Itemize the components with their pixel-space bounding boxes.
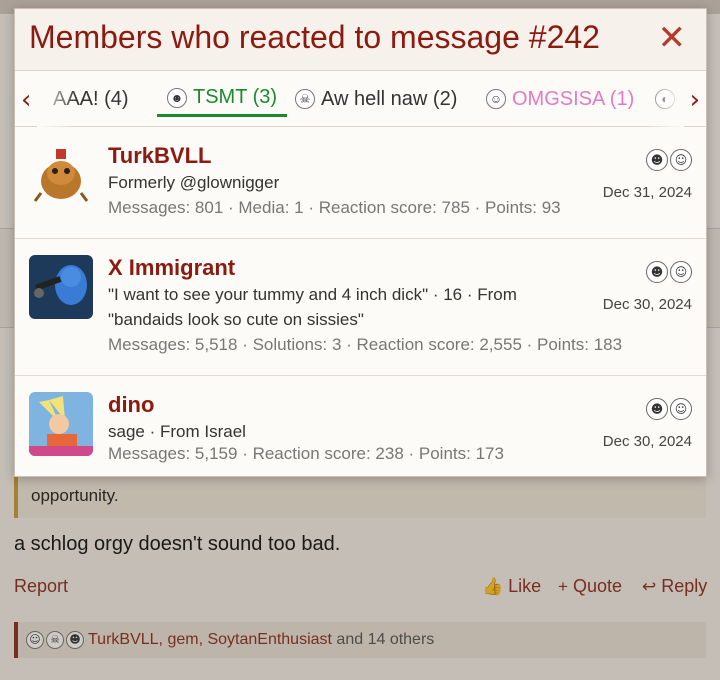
partial-reaction-icon: ◐	[655, 89, 675, 109]
reactions-modal: Members who reacted to message #242 ✕ ‹ …	[14, 8, 707, 477]
member-stats: Messages: 5,518 · Solutions: 3 · Reactio…	[108, 335, 623, 354]
x-immigrant-avatar-image	[29, 255, 93, 319]
glasses-face-icon: ☺	[670, 398, 692, 420]
close-icon[interactable]: ✕	[658, 19, 687, 57]
avatar[interactable]	[29, 255, 93, 319]
member-title: "I want to see your tummy and 4 inch dic…	[108, 285, 517, 329]
tsmt-face-icon: ☻	[646, 261, 668, 283]
avatar[interactable]	[29, 143, 93, 207]
modal-title: Members who reacted to message #242	[29, 19, 600, 55]
reaction-date: Dec 30, 2024	[602, 433, 692, 450]
reaction-icons: ☻ ☺	[646, 149, 692, 171]
member-title: Formerly @glownigger	[108, 173, 280, 192]
omg-face-icon: ☺	[486, 89, 506, 109]
member-row: dino sage · From Israel Messages: 5,159 …	[15, 376, 706, 476]
reaction-icons: ☻ ☺	[646, 261, 692, 283]
tsmt-face-icon: ☻	[646, 149, 668, 171]
member-title: sage · From Israel	[108, 422, 246, 441]
tab-next-partial[interactable]: ◐	[655, 81, 675, 117]
tsmt-face-icon: ☻	[646, 398, 668, 420]
tab-tsmt[interactable]: ☻ TSMT (3)	[157, 81, 288, 117]
member-stats: Messages: 801 · Media: 1 · Reaction scor…	[108, 198, 561, 217]
glasses-face-icon: ☺	[670, 149, 692, 171]
member-row: X Immigrant "I want to see your tummy an…	[15, 239, 706, 376]
tab-label: Aw hell naw (2)	[321, 87, 458, 110]
member-stats: Messages: 5,159 · Reaction score: 238 · …	[108, 444, 504, 463]
tab-label: AAA! (4)	[53, 87, 129, 110]
reaction-date: Dec 30, 2024	[602, 296, 692, 313]
chevron-left-icon[interactable]: ‹	[21, 85, 31, 115]
chevron-right-icon[interactable]: ›	[690, 85, 700, 115]
turkbvll-avatar-image	[29, 143, 93, 207]
glasses-face-icon: ☺	[670, 261, 692, 283]
tab-label: TSMT (3)	[193, 86, 278, 108]
member-name[interactable]: dino	[108, 392, 154, 418]
skull-icon: ☠	[295, 89, 315, 109]
reaction-tabs: ‹ AAA! (4) ☻ TSMT (3) ☠ Aw hell naw (2) …	[15, 71, 706, 127]
tab-aaa[interactable]: AAA! (4)	[53, 81, 129, 117]
reaction-icons: ☻ ☺	[646, 398, 692, 420]
modal-header: Members who reacted to message #242 ✕	[15, 9, 706, 71]
tab-label: OMGSISA (1)	[512, 87, 635, 110]
tab-omgsisa[interactable]: ☺ OMGSISA (1)	[486, 81, 634, 117]
tab-aw-hell-naw[interactable]: ☠ Aw hell naw (2)	[295, 81, 457, 117]
avatar[interactable]	[29, 392, 93, 456]
reaction-date: Dec 31, 2024	[602, 184, 692, 201]
member-row: TurkBVLL Formerly @glownigger Messages: …	[15, 127, 706, 239]
member-name[interactable]: TurkBVLL	[108, 143, 211, 169]
tsmt-face-icon: ☻	[167, 87, 187, 108]
member-name[interactable]: X Immigrant	[108, 255, 235, 281]
dino-avatar-image	[29, 392, 93, 456]
member-list: TurkBVLL Formerly @glownigger Messages: …	[15, 127, 706, 476]
